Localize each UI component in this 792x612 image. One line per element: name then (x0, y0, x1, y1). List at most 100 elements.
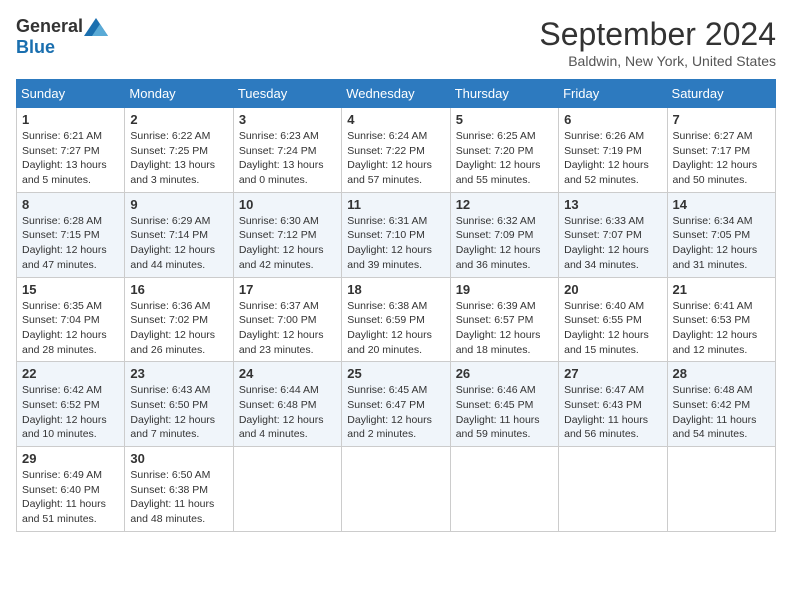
day-number: 6 (564, 112, 661, 127)
day-info: Sunrise: 6:42 AMSunset: 6:52 PMDaylight:… (22, 383, 119, 442)
day-number: 26 (456, 366, 553, 381)
day-info: Sunrise: 6:29 AMSunset: 7:14 PMDaylight:… (130, 214, 227, 273)
day-info: Sunrise: 6:25 AMSunset: 7:20 PMDaylight:… (456, 129, 553, 188)
day-number: 20 (564, 282, 661, 297)
calendar-week-row: 8 Sunrise: 6:28 AMSunset: 7:15 PMDaylight… (17, 192, 776, 277)
page-header: General Blue September 2024 Baldwin, New… (16, 16, 776, 69)
day-info: Sunrise: 6:26 AMSunset: 7:19 PMDaylight:… (564, 129, 661, 188)
calendar-table: SundayMondayTuesdayWednesdayThursdayFrid… (16, 79, 776, 532)
day-header-friday: Friday (559, 80, 667, 108)
calendar-header-row: SundayMondayTuesdayWednesdayThursdayFrid… (17, 80, 776, 108)
day-info: Sunrise: 6:40 AMSunset: 6:55 PMDaylight:… (564, 299, 661, 358)
day-number: 21 (673, 282, 770, 297)
calendar-cell: 29 Sunrise: 6:49 AMSunset: 6:40 PMDayligh… (17, 447, 125, 532)
day-number: 17 (239, 282, 336, 297)
day-number: 22 (22, 366, 119, 381)
logo: General Blue (16, 16, 108, 58)
day-number: 2 (130, 112, 227, 127)
day-number: 29 (22, 451, 119, 466)
calendar-cell (667, 447, 775, 532)
day-number: 16 (130, 282, 227, 297)
calendar-cell: 17 Sunrise: 6:37 AMSunset: 7:00 PMDayligh… (233, 277, 341, 362)
day-info: Sunrise: 6:33 AMSunset: 7:07 PMDaylight:… (564, 214, 661, 273)
calendar-cell: 26 Sunrise: 6:46 AMSunset: 6:45 PMDayligh… (450, 362, 558, 447)
calendar-cell: 27 Sunrise: 6:47 AMSunset: 6:43 PMDayligh… (559, 362, 667, 447)
calendar-cell (559, 447, 667, 532)
calendar-cell: 25 Sunrise: 6:45 AMSunset: 6:47 PMDayligh… (342, 362, 450, 447)
calendar-cell: 22 Sunrise: 6:42 AMSunset: 6:52 PMDayligh… (17, 362, 125, 447)
day-number: 7 (673, 112, 770, 127)
calendar-cell (233, 447, 341, 532)
day-number: 10 (239, 197, 336, 212)
logo-blue-text: Blue (16, 37, 55, 58)
day-header-wednesday: Wednesday (342, 80, 450, 108)
calendar-cell: 15 Sunrise: 6:35 AMSunset: 7:04 PMDayligh… (17, 277, 125, 362)
calendar-cell: 5 Sunrise: 6:25 AMSunset: 7:20 PMDaylight… (450, 108, 558, 193)
day-number: 14 (673, 197, 770, 212)
day-number: 1 (22, 112, 119, 127)
day-info: Sunrise: 6:39 AMSunset: 6:57 PMDaylight:… (456, 299, 553, 358)
day-info: Sunrise: 6:48 AMSunset: 6:42 PMDaylight:… (673, 383, 770, 442)
day-number: 5 (456, 112, 553, 127)
day-info: Sunrise: 6:49 AMSunset: 6:40 PMDaylight:… (22, 468, 119, 527)
day-number: 25 (347, 366, 444, 381)
calendar-cell: 19 Sunrise: 6:39 AMSunset: 6:57 PMDayligh… (450, 277, 558, 362)
day-info: Sunrise: 6:47 AMSunset: 6:43 PMDaylight:… (564, 383, 661, 442)
day-info: Sunrise: 6:36 AMSunset: 7:02 PMDaylight:… (130, 299, 227, 358)
calendar-cell: 24Sunrise: 6:44 AMSunset: 6:48 PMDayligh… (233, 362, 341, 447)
calendar-cell (342, 447, 450, 532)
day-number: 9 (130, 197, 227, 212)
day-info: Sunrise: 6:23 AMSunset: 7:24 PMDaylight:… (239, 129, 336, 188)
day-header-monday: Monday (125, 80, 233, 108)
calendar-cell: 2 Sunrise: 6:22 AMSunset: 7:25 PMDaylight… (125, 108, 233, 193)
day-info: Sunrise: 6:22 AMSunset: 7:25 PMDaylight:… (130, 129, 227, 188)
day-number: 19 (456, 282, 553, 297)
day-info: Sunrise: 6:45 AMSunset: 6:47 PMDaylight:… (347, 383, 444, 442)
day-number: 3 (239, 112, 336, 127)
day-info: Sunrise: 6:34 AMSunset: 7:05 PMDaylight:… (673, 214, 770, 273)
month-title: September 2024 (539, 16, 776, 53)
location: Baldwin, New York, United States (539, 53, 776, 69)
day-info: Sunrise: 6:21 AMSunset: 7:27 PMDaylight:… (22, 129, 119, 188)
calendar-cell: 4 Sunrise: 6:24 AMSunset: 7:22 PMDaylight… (342, 108, 450, 193)
day-number: 11 (347, 197, 444, 212)
day-header-saturday: Saturday (667, 80, 775, 108)
calendar-week-row: 1 Sunrise: 6:21 AMSunset: 7:27 PMDaylight… (17, 108, 776, 193)
day-info: Sunrise: 6:28 AMSunset: 7:15 PMDaylight:… (22, 214, 119, 273)
calendar-week-row: 29 Sunrise: 6:49 AMSunset: 6:40 PMDayligh… (17, 447, 776, 532)
calendar-cell: 10Sunrise: 6:30 AMSunset: 7:12 PMDayligh… (233, 192, 341, 277)
day-number: 8 (22, 197, 119, 212)
calendar-cell: 3 Sunrise: 6:23 AMSunset: 7:24 PMDaylight… (233, 108, 341, 193)
day-number: 12 (456, 197, 553, 212)
calendar-cell: 13 Sunrise: 6:33 AMSunset: 7:07 PMDayligh… (559, 192, 667, 277)
calendar-cell: 7Sunrise: 6:27 AMSunset: 7:17 PMDaylight… (667, 108, 775, 193)
day-number: 23 (130, 366, 227, 381)
calendar-cell: 11Sunrise: 6:31 AMSunset: 7:10 PMDayligh… (342, 192, 450, 277)
day-info: Sunrise: 6:44 AMSunset: 6:48 PMDaylight:… (239, 383, 336, 442)
calendar-cell: 20 Sunrise: 6:40 AMSunset: 6:55 PMDayligh… (559, 277, 667, 362)
day-info: Sunrise: 6:32 AMSunset: 7:09 PMDaylight:… (456, 214, 553, 273)
calendar-cell: 14 Sunrise: 6:34 AMSunset: 7:05 PMDayligh… (667, 192, 775, 277)
day-info: Sunrise: 6:35 AMSunset: 7:04 PMDaylight:… (22, 299, 119, 358)
logo-general-text: General (16, 16, 83, 37)
day-number: 4 (347, 112, 444, 127)
day-number: 27 (564, 366, 661, 381)
day-info: Sunrise: 6:24 AMSunset: 7:22 PMDaylight:… (347, 129, 444, 188)
day-info: Sunrise: 6:46 AMSunset: 6:45 PMDaylight:… (456, 383, 553, 442)
calendar-cell: 30Sunrise: 6:50 AMSunset: 6:38 PMDayligh… (125, 447, 233, 532)
day-number: 15 (22, 282, 119, 297)
day-number: 13 (564, 197, 661, 212)
day-number: 28 (673, 366, 770, 381)
calendar-cell (450, 447, 558, 532)
calendar-cell: 1 Sunrise: 6:21 AMSunset: 7:27 PMDaylight… (17, 108, 125, 193)
title-block: September 2024 Baldwin, New York, United… (539, 16, 776, 69)
day-info: Sunrise: 6:38 AMSunset: 6:59 PMDaylight:… (347, 299, 444, 358)
calendar-cell: 16 Sunrise: 6:36 AMSunset: 7:02 PMDayligh… (125, 277, 233, 362)
day-info: Sunrise: 6:43 AMSunset: 6:50 PMDaylight:… (130, 383, 227, 442)
calendar-week-row: 22 Sunrise: 6:42 AMSunset: 6:52 PMDayligh… (17, 362, 776, 447)
day-info: Sunrise: 6:37 AMSunset: 7:00 PMDaylight:… (239, 299, 336, 358)
day-number: 30 (130, 451, 227, 466)
calendar-cell: 28 Sunrise: 6:48 AMSunset: 6:42 PMDayligh… (667, 362, 775, 447)
calendar-week-row: 15 Sunrise: 6:35 AMSunset: 7:04 PMDayligh… (17, 277, 776, 362)
calendar-cell: 6 Sunrise: 6:26 AMSunset: 7:19 PMDaylight… (559, 108, 667, 193)
